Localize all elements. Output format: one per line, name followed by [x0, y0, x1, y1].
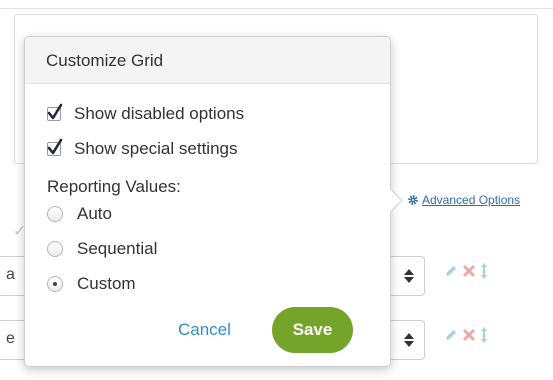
- checkmark-icon: [47, 103, 63, 120]
- popover-title: Customize Grid: [25, 37, 390, 84]
- save-button[interactable]: Save: [272, 307, 353, 353]
- customize-grid-popover: Customize Grid Show disabled options Sho…: [24, 36, 403, 367]
- top-divider: [0, 8, 553, 9]
- row-text-fragment: e: [6, 330, 15, 347]
- reporting-values-label: Reporting Values:: [47, 177, 181, 196]
- show-special-settings-checkbox[interactable]: [47, 138, 63, 156]
- row-actions-1: [444, 262, 488, 280]
- show-disabled-options-label: Show disabled options: [74, 104, 245, 123]
- gear-icon: [408, 195, 418, 205]
- radio-option-sequential[interactable]: Sequential: [47, 239, 157, 259]
- radio-option-auto[interactable]: Auto: [47, 204, 112, 224]
- auto-radio[interactable]: [47, 206, 63, 222]
- advanced-options-label: Advanced Options: [422, 193, 521, 207]
- move-arrows-icon[interactable]: [480, 326, 488, 344]
- auto-label: Auto: [77, 204, 112, 223]
- delete-x-icon[interactable]: [463, 265, 475, 277]
- sequential-label: Sequential: [77, 239, 158, 258]
- cancel-button[interactable]: Cancel: [178, 320, 231, 340]
- custom-radio[interactable]: [47, 276, 63, 292]
- select-arrows-icon: [404, 331, 414, 349]
- show-special-settings-option[interactable]: Show special settings: [47, 138, 238, 159]
- row-actions-2: [444, 326, 488, 344]
- move-arrows-icon[interactable]: [480, 262, 488, 280]
- pencil-icon[interactable]: [444, 264, 458, 278]
- sequential-radio[interactable]: [47, 241, 63, 257]
- delete-x-icon[interactable]: [463, 329, 475, 341]
- row-text-fragment: a: [6, 266, 15, 283]
- radio-option-custom[interactable]: Custom: [47, 274, 136, 294]
- advanced-options-link[interactable]: Advanced Options: [407, 193, 520, 207]
- custom-label: Custom: [77, 274, 136, 293]
- checkmark-icon: [47, 138, 63, 155]
- show-special-settings-label: Show special settings: [74, 139, 238, 158]
- popover-arrow: [378, 188, 403, 213]
- pencil-icon[interactable]: [444, 328, 458, 342]
- show-disabled-options-option[interactable]: Show disabled options: [47, 103, 245, 124]
- select-arrows-icon: [404, 267, 414, 285]
- show-disabled-options-checkbox[interactable]: [47, 103, 63, 121]
